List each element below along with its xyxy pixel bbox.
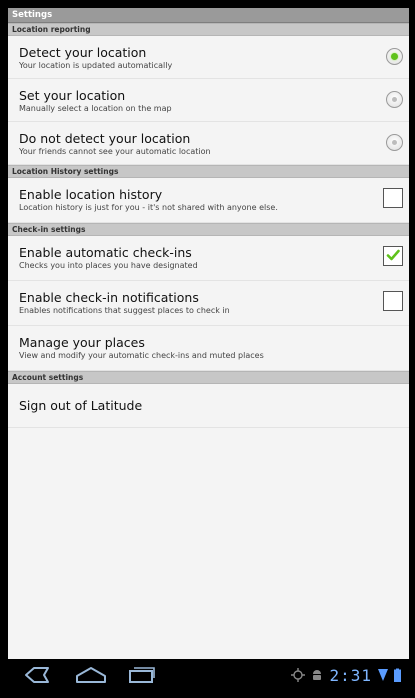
row-title: Sign out of Latitude: [19, 398, 143, 413]
do-not-detect-row[interactable]: Do not detect your location Your friends…: [8, 122, 409, 165]
location-history-row[interactable]: Enable location history Location history…: [8, 178, 409, 223]
checkin-notifications-checkbox[interactable]: [383, 291, 403, 311]
section-location-history: Location History settings: [8, 165, 409, 178]
row-subtitle: Manually select a location on the map: [19, 104, 172, 113]
android-debug-icon: [313, 670, 322, 680]
manage-places-row[interactable]: Manage your places View and modify your …: [8, 326, 409, 371]
section-checkin: Check-in settings: [8, 223, 409, 236]
row-subtitle: View and modify your automatic check-ins…: [19, 351, 264, 360]
detect-location-radio[interactable]: [386, 48, 403, 65]
section-account: Account settings: [8, 371, 409, 384]
row-subtitle: Your friends cannot see your automatic l…: [19, 147, 211, 156]
set-location-radio[interactable]: [386, 91, 403, 108]
home-icon[interactable]: [74, 665, 108, 685]
auto-checkin-row[interactable]: Enable automatic check-ins Checks you in…: [8, 236, 409, 281]
row-subtitle: Location history is just for you - it's …: [19, 203, 278, 212]
title-bar: Settings: [8, 8, 409, 23]
back-icon[interactable]: [22, 665, 52, 685]
row-title: Enable location history: [19, 187, 163, 202]
row-title: Manage your places: [19, 335, 145, 350]
status-area: 2:31: [291, 665, 401, 685]
row-title: Detect your location: [19, 45, 147, 60]
auto-checkin-checkbox[interactable]: [383, 246, 403, 266]
battery-icon: [394, 668, 401, 682]
row-title: Set your location: [19, 88, 126, 103]
row-title: Do not detect your location: [19, 131, 191, 146]
row-title: Enable automatic check-ins: [19, 245, 192, 260]
sign-out-row[interactable]: Sign out of Latitude: [8, 384, 409, 428]
checkmark-icon: [386, 249, 400, 261]
clock: 2:31: [329, 665, 372, 685]
gps-icon: [291, 668, 306, 682]
recent-apps-icon[interactable]: [126, 665, 156, 685]
row-title: Enable check-in notifications: [19, 290, 199, 305]
system-nav-bar: 2:31: [8, 659, 409, 690]
set-location-row[interactable]: Set your location Manually select a loca…: [8, 79, 409, 122]
do-not-detect-radio[interactable]: [386, 134, 403, 151]
section-location-reporting: Location reporting: [8, 23, 409, 36]
row-subtitle: Your location is updated automatically: [19, 61, 173, 70]
row-subtitle: Checks you into places you have designat…: [19, 261, 198, 270]
signal-icon: [378, 669, 388, 681]
settings-screen: Settings Location reporting Detect your …: [8, 8, 409, 659]
detect-location-row[interactable]: Detect your location Your location is up…: [8, 36, 409, 79]
row-subtitle: Enables notifications that suggest place…: [19, 306, 230, 315]
checkin-notifications-row[interactable]: Enable check-in notifications Enables no…: [8, 281, 409, 326]
location-history-checkbox[interactable]: [383, 188, 403, 208]
